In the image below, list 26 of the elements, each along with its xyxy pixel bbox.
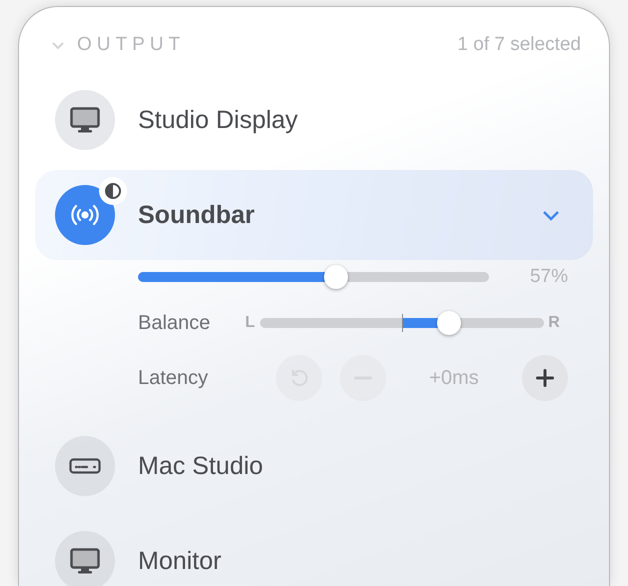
volume-slider[interactable] <box>138 265 489 289</box>
device-name: Studio Display <box>138 106 298 134</box>
monitor-icon <box>70 107 100 133</box>
device-name: Soundbar <box>138 200 255 230</box>
latency-value: +0ms <box>428 366 480 390</box>
chevron-icon <box>51 40 65 50</box>
plus-icon <box>536 369 554 387</box>
chevron-icon[interactable] <box>541 209 561 221</box>
device-row[interactable]: Studio Display <box>35 75 593 165</box>
slider-thumb[interactable] <box>324 265 348 289</box>
right-label: R <box>547 314 561 332</box>
mini-computer-icon <box>69 458 101 474</box>
left-label: L <box>244 314 256 332</box>
latency-label: Latency <box>138 366 210 390</box>
increase-button[interactable] <box>522 355 568 401</box>
device-row[interactable]: Soundbar <box>35 170 593 260</box>
monitor-icon <box>70 548 100 574</box>
device-name: Mac Studio <box>138 452 264 480</box>
selection-count: 1 of 7 selected <box>457 34 581 56</box>
device-name: Monitor <box>138 546 222 576</box>
balance-label: Balance <box>138 312 212 334</box>
balance-slider[interactable] <box>260 311 544 335</box>
slider-thumb[interactable] <box>436 311 461 335</box>
device-row[interactable]: Monitor <box>35 516 593 586</box>
device-row[interactable]: Mac Studio <box>35 421 593 511</box>
volume-reading: 57% <box>528 266 568 288</box>
